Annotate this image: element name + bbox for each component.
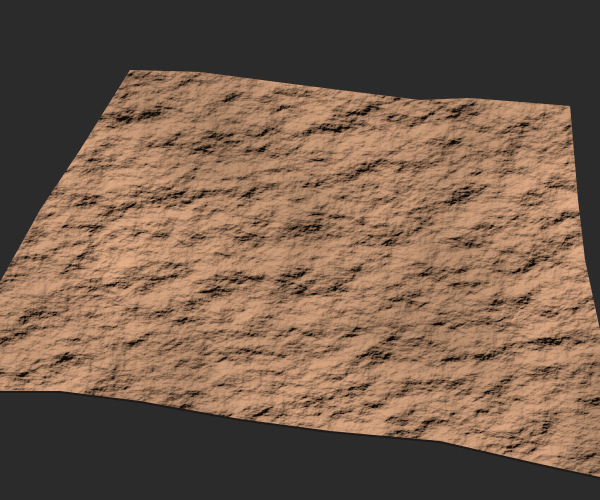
terrain-render-viewport (0, 0, 600, 500)
